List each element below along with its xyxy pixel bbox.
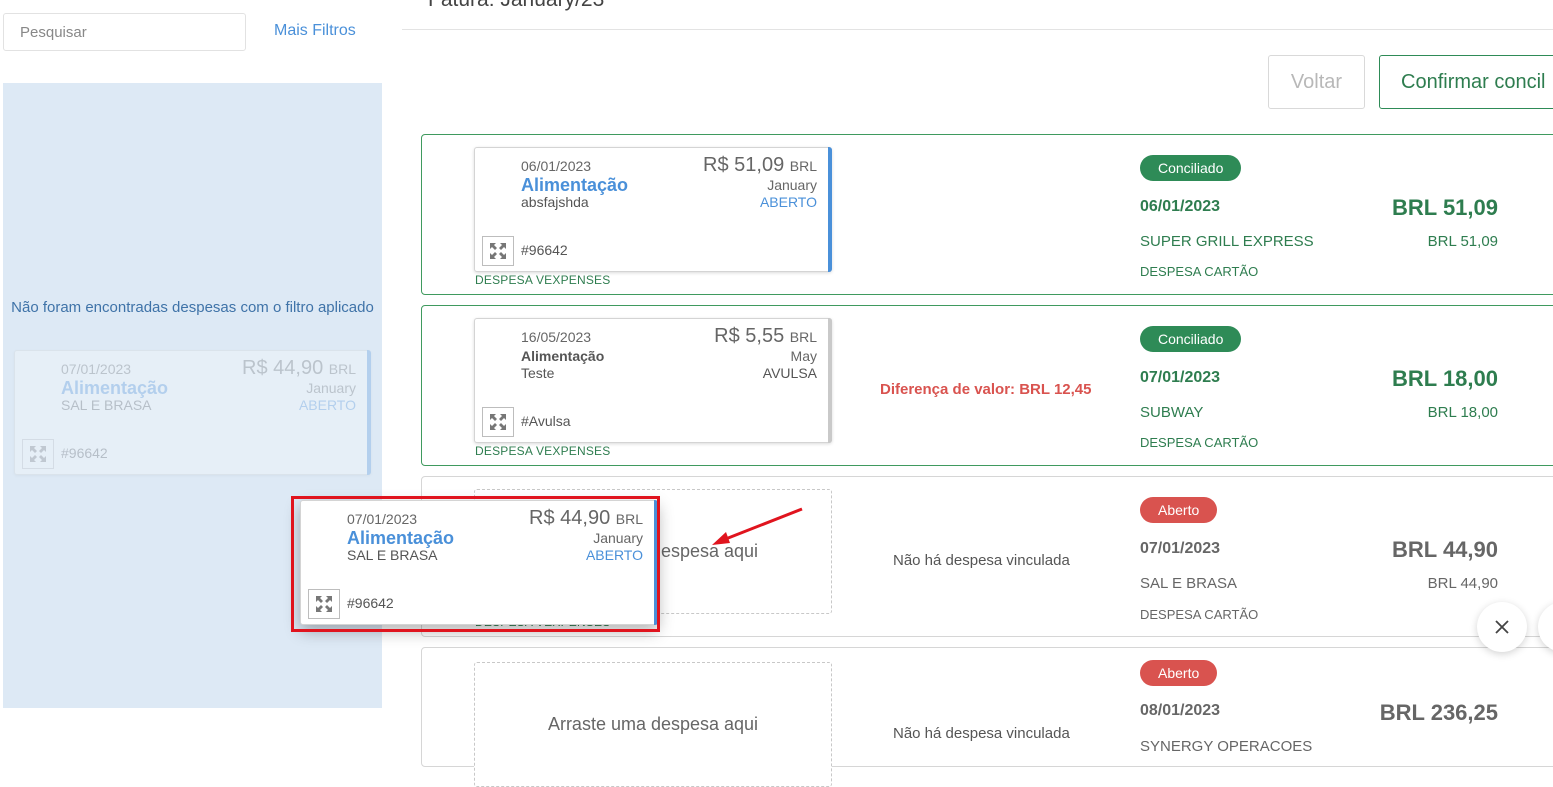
card-status-bar xyxy=(828,147,832,272)
header-divider xyxy=(402,29,1553,30)
close-button[interactable] xyxy=(1477,602,1527,652)
expense-status: AVULSA xyxy=(762,365,817,381)
search-input[interactable] xyxy=(3,13,246,51)
expense-status: ABERTO xyxy=(759,194,817,210)
transaction-date: 07/01/2023 xyxy=(1140,369,1221,386)
expense-status: ABERTO xyxy=(298,397,356,413)
value-difference-note: Diferença de valor: BRL 12,45 xyxy=(880,381,1092,398)
expense-month: January xyxy=(306,380,356,396)
empty-filter-message: Não foram encontradas despesas com o fil… xyxy=(11,299,374,316)
transaction-date: 06/01/2023 xyxy=(1140,198,1221,215)
transaction-type: DESPESA CARTÃO xyxy=(1140,435,1259,450)
transaction-total: BRL 51,09 xyxy=(1392,195,1498,220)
transaction-value: BRL 44,90 xyxy=(1427,575,1498,592)
transaction-merchant: SUPER GRILL EXPRESS xyxy=(1140,233,1314,250)
expense-amount: R$ 5,55 BRL xyxy=(714,325,817,347)
ghost-expense-card: 07/01/2023 Alimentação SAL E BRASA R$ 44… xyxy=(14,350,371,475)
transaction-date: 07/01/2023 xyxy=(1140,540,1221,557)
transaction-total: BRL 18,00 xyxy=(1392,366,1498,391)
expense-date: 07/01/2023 xyxy=(61,361,132,377)
expense-source-label: DESPESA VEXPENSES xyxy=(475,273,611,287)
status-badge: Conciliado xyxy=(1140,326,1242,352)
transaction-total: BRL 236,25 xyxy=(1379,700,1498,725)
no-linked-expense-note: Não há despesa vinculada xyxy=(893,552,1070,569)
expense-code: #Avulsa xyxy=(521,413,571,429)
transaction-merchant: SAL E BRASA xyxy=(1140,575,1237,592)
expand-icon[interactable] xyxy=(482,236,514,266)
status-badge: Aberto xyxy=(1140,497,1218,523)
transaction-date: 08/01/2023 xyxy=(1140,702,1221,719)
expense-card[interactable]: 06/01/2023 Alimentação absfajshda R$ 51,… xyxy=(474,147,832,272)
back-button[interactable]: Voltar xyxy=(1268,55,1365,109)
expense-description: Teste xyxy=(521,365,555,381)
expense-code: #96642 xyxy=(61,445,108,461)
transaction-value: BRL 51,09 xyxy=(1427,233,1498,250)
expense-description: SAL E BRASA xyxy=(61,397,152,413)
expense-date: 06/01/2023 xyxy=(521,158,592,174)
annotation-arrow-icon xyxy=(712,507,803,545)
expense-source-label: DESPESA VEXPENSES xyxy=(475,444,611,458)
transaction-merchant: SYNERGY OPERACOES xyxy=(1140,738,1313,755)
expense-amount: R$ 51,09 BRL xyxy=(703,154,817,176)
expense-description: absfajshda xyxy=(521,194,589,210)
close-icon xyxy=(1495,620,1509,634)
transaction-type: DESPESA CARTÃO xyxy=(1140,264,1259,279)
expense-date: 16/05/2023 xyxy=(521,329,592,345)
expense-code: #96642 xyxy=(521,242,568,258)
expand-icon[interactable] xyxy=(482,407,514,437)
status-badge: Aberto xyxy=(1140,660,1218,686)
card-status-bar xyxy=(828,318,832,443)
status-badge: Conciliado xyxy=(1140,155,1242,181)
expense-amount: R$ 44,90 BRL xyxy=(242,357,356,379)
expense-month: January xyxy=(767,177,817,193)
expense-month: May xyxy=(790,348,817,364)
more-filters-link[interactable]: Mais Filtros xyxy=(274,22,356,40)
card-status-bar xyxy=(367,350,371,475)
expense-category: Alimentação xyxy=(61,378,169,398)
no-linked-expense-note: Não há despesa vinculada xyxy=(893,725,1070,742)
transaction-type: DESPESA CARTÃO xyxy=(1140,607,1259,622)
confirm-reconciliation-button[interactable]: Confirmar concil xyxy=(1379,55,1553,109)
transaction-total: BRL 44,90 xyxy=(1392,537,1498,562)
transaction-value: BRL 18,00 xyxy=(1427,404,1498,421)
transaction-merchant: SUBWAY xyxy=(1140,404,1204,421)
expand-icon xyxy=(22,439,54,469)
expense-category: Alimentação xyxy=(521,348,605,364)
page-title: Fatura: January/23 xyxy=(428,0,604,12)
expense-card[interactable]: 16/05/2023 Alimentação Teste R$ 5,55 BRL… xyxy=(474,318,832,443)
expense-category: Alimentação xyxy=(521,175,629,195)
expense-dropzone[interactable]: Arraste uma despesa aqui xyxy=(474,662,832,787)
annotation-highlight-box xyxy=(291,496,660,632)
